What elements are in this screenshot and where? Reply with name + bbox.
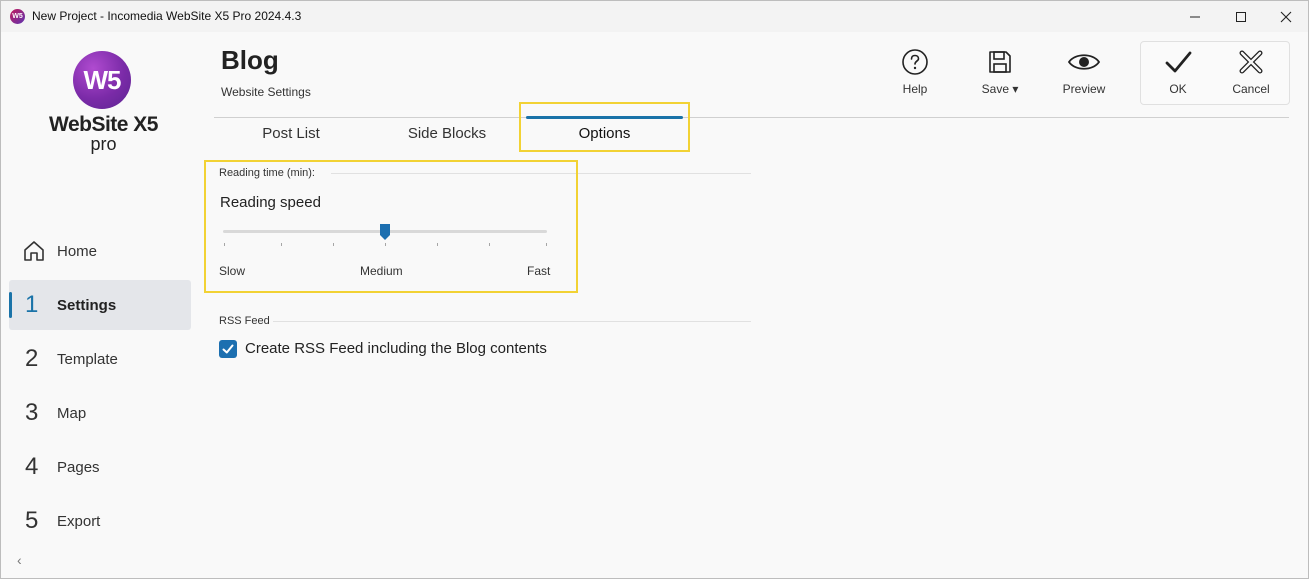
step-number: 2: [25, 345, 39, 372]
highlight-box: [204, 160, 578, 293]
title-bar: W5 New Project - Incomedia WebSite X5 Pr…: [1, 1, 1308, 32]
app-icon: W5: [10, 9, 25, 24]
minimize-icon: [1190, 16, 1200, 17]
check-icon: [1165, 51, 1192, 73]
step-number: 4: [25, 453, 39, 480]
minimize-button[interactable]: [1172, 1, 1218, 32]
sidebar-item-label: Home: [57, 242, 98, 260]
sidebar-item-label: Template: [57, 350, 118, 368]
help-button[interactable]: Help: [880, 48, 950, 96]
close-icon: [1280, 11, 1292, 22]
sidebar-item-label: Map: [57, 404, 87, 422]
rss-checkbox[interactable]: [219, 340, 237, 358]
logo-mark: W5: [73, 51, 131, 109]
help-icon: [902, 49, 928, 75]
preview-label: Preview: [1062, 82, 1106, 96]
step-number: 5: [25, 507, 39, 534]
chevron-left-icon[interactable]: ‹: [17, 552, 22, 568]
tab-post-list[interactable]: Post List: [216, 119, 366, 149]
sidebar-item-label: Settings: [57, 296, 117, 314]
close-window-button[interactable]: [1263, 1, 1309, 32]
logo: W5 WebSite X5 pro: [41, 46, 166, 161]
sidebar-item-label: Pages: [57, 458, 100, 476]
home-icon: [9, 239, 57, 263]
header-divider: [214, 117, 1289, 118]
step-number: 3: [25, 399, 39, 426]
page-subtitle: Website Settings: [221, 85, 311, 99]
sidebar-item-pages[interactable]: 4 Pages: [9, 442, 191, 492]
cancel-label: Cancel: [1232, 82, 1270, 96]
ok-button[interactable]: OK: [1143, 48, 1213, 96]
rss-group-label: RSS Feed: [219, 315, 270, 327]
preview-button[interactable]: Preview: [1049, 48, 1119, 96]
cancel-x-icon: [1239, 50, 1263, 74]
sidebar-item-template[interactable]: 2 Template: [9, 334, 191, 384]
maximize-icon: [1236, 11, 1246, 22]
sidebar-item-export[interactable]: 5 Export: [9, 496, 191, 546]
checkmark-icon: [222, 344, 234, 354]
logo-edition: pro: [90, 134, 117, 154]
sidebar-item-settings[interactable]: 1 Settings: [9, 280, 191, 330]
sidebar-item-label: Export: [57, 512, 101, 530]
page-title: Blog: [221, 45, 279, 75]
cancel-button[interactable]: Cancel: [1216, 48, 1286, 96]
ok-label: OK: [1169, 82, 1187, 96]
eye-icon: [1067, 54, 1101, 70]
tab-side-blocks[interactable]: Side Blocks: [372, 119, 522, 149]
sidebar-item-map[interactable]: 3 Map: [9, 388, 191, 438]
save-label: Save ▾: [981, 82, 1019, 96]
window-title: New Project - Incomedia WebSite X5 Pro 2…: [32, 9, 302, 23]
save-button[interactable]: Save ▾: [965, 48, 1035, 96]
highlight-box: [519, 102, 690, 152]
maximize-button[interactable]: [1218, 1, 1264, 32]
help-label: Help: [902, 82, 928, 96]
group-divider: [273, 321, 751, 322]
save-icon: [989, 51, 1011, 73]
sidebar-item-home[interactable]: Home: [9, 226, 191, 276]
step-number: 1: [25, 291, 39, 318]
rss-checkbox-label[interactable]: Create RSS Feed including the Blog conte…: [245, 340, 547, 357]
